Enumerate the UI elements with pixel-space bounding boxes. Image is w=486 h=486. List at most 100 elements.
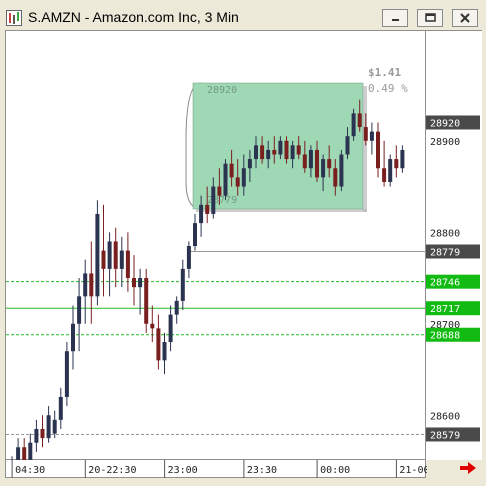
- candle-body: [64, 351, 69, 397]
- candle: [77, 278, 82, 352]
- candle: [119, 236, 124, 288]
- candle-body: [290, 145, 295, 160]
- candle: [125, 232, 130, 292]
- candle-body: [193, 223, 197, 246]
- candle-body: [363, 127, 368, 141]
- candle: [351, 108, 356, 141]
- candle-body: [345, 136, 350, 155]
- price-tick-label: 28800: [430, 228, 460, 239]
- candle-body: [369, 131, 374, 141]
- candle-body: [95, 213, 100, 297]
- candle-body: [156, 328, 161, 361]
- candle-body: [138, 278, 143, 288]
- candle-body: [278, 140, 283, 155]
- candle-body: [388, 159, 393, 182]
- price-badge-green[interactable]: 28688: [426, 327, 480, 342]
- candle-body: [205, 204, 210, 214]
- candle: [89, 241, 94, 324]
- candle-body: [186, 246, 191, 269]
- candlestick-chart[interactable]: 28920 28779 $1.41 0.49 %: [6, 31, 427, 484]
- candle: [58, 387, 63, 429]
- candle-body: [217, 186, 222, 196]
- candle-body: [321, 159, 326, 178]
- candle-body: [107, 241, 112, 269]
- candle: [223, 159, 228, 201]
- zone-shadow-right: [363, 86, 367, 212]
- time-axis-svg: 04:30 20-22:30 23:00 23:30 00:00 21-00:30: [11, 460, 448, 478]
- price-badge-label: 28579: [430, 430, 460, 441]
- candle-body: [327, 159, 332, 169]
- time-label: 23:00: [168, 465, 198, 476]
- candle: [180, 259, 185, 311]
- chart-plot-area[interactable]: 28920 28779 $1.41 0.49 %: [5, 30, 427, 484]
- candle-body: [376, 131, 380, 169]
- price-axis[interactable]: 28900 28800 28700 28600 28920 28779 28746 28717…: [426, 30, 482, 460]
- time-axis[interactable]: 04:30 20-22:30 23:00 23:30 00:00 21-00:30: [5, 460, 448, 478]
- price-badge-gray[interactable]: 28579: [426, 427, 480, 442]
- candle: [34, 419, 39, 452]
- price-badge-label: 28920: [430, 118, 460, 129]
- candle: [394, 145, 399, 178]
- price-axis-svg: 2890028800287002860028920287792874628717…: [426, 115, 480, 442]
- candle-body: [315, 149, 319, 178]
- candle-body: [52, 419, 57, 434]
- zone-change-percent: 0.49 %: [368, 82, 408, 95]
- candle-body: [40, 428, 45, 439]
- candle-body: [132, 278, 136, 288]
- candle-body: [199, 204, 204, 224]
- candle-body: [22, 447, 27, 466]
- candle: [132, 255, 136, 306]
- candle-body: [266, 149, 271, 160]
- candle: [162, 332, 167, 375]
- candle: [101, 204, 106, 297]
- time-label: 21-00:30: [399, 465, 427, 476]
- close-icon: [460, 13, 470, 23]
- candle-body: [168, 314, 173, 343]
- price-tick-label: 28600: [430, 411, 460, 422]
- candle: [400, 145, 405, 173]
- price-badge-green[interactable]: 28746: [426, 274, 480, 289]
- candle-body: [174, 300, 179, 315]
- candle-body: [400, 149, 405, 169]
- candle-body: [89, 273, 94, 297]
- candle: [46, 406, 51, 443]
- candle-body: [382, 168, 387, 182]
- close-button[interactable]: [452, 9, 478, 27]
- candle-body: [28, 442, 33, 466]
- candle-body: [119, 250, 124, 269]
- candle-body: [144, 278, 149, 324]
- restore-icon: [425, 13, 436, 22]
- minimize-icon: [392, 19, 399, 21]
- title-bar: S.AMZN - Amazon.com Inc, 3 Min: [0, 0, 486, 34]
- candle-body: [58, 396, 63, 420]
- candle-body: [46, 415, 51, 439]
- restore-button[interactable]: [417, 9, 443, 27]
- time-label: 20-22:30: [88, 465, 136, 476]
- price-badge-gray[interactable]: 28779: [426, 244, 480, 259]
- candle-body: [339, 154, 344, 187]
- candle-body: [162, 342, 167, 361]
- candle-body: [180, 268, 185, 301]
- time-label: 00:00: [320, 465, 350, 476]
- minimize-button[interactable]: [382, 9, 408, 27]
- price-badge-label: 28779: [430, 247, 460, 258]
- candle-body: [241, 168, 246, 187]
- price-badge-gray[interactable]: 28920: [426, 115, 480, 130]
- candle-body: [302, 154, 307, 169]
- candle-body: [229, 163, 234, 178]
- candle-body: [260, 145, 265, 160]
- candle-body: [357, 113, 362, 128]
- price-tick-label: 28900: [430, 137, 460, 148]
- window-title: S.AMZN - Amazon.com Inc, 3 Min: [28, 9, 239, 25]
- candle: [83, 259, 88, 324]
- price-badge-green[interactable]: 28717: [426, 301, 480, 316]
- candle: [388, 154, 393, 187]
- candle: [186, 241, 191, 279]
- candle: [22, 438, 27, 475]
- candle-body: [211, 186, 216, 214]
- candle-body: [113, 241, 118, 269]
- candle-body: [83, 273, 88, 297]
- candle-body: [101, 250, 106, 269]
- scroll-right-arrow-icon[interactable]: [458, 461, 478, 475]
- candle: [369, 122, 374, 155]
